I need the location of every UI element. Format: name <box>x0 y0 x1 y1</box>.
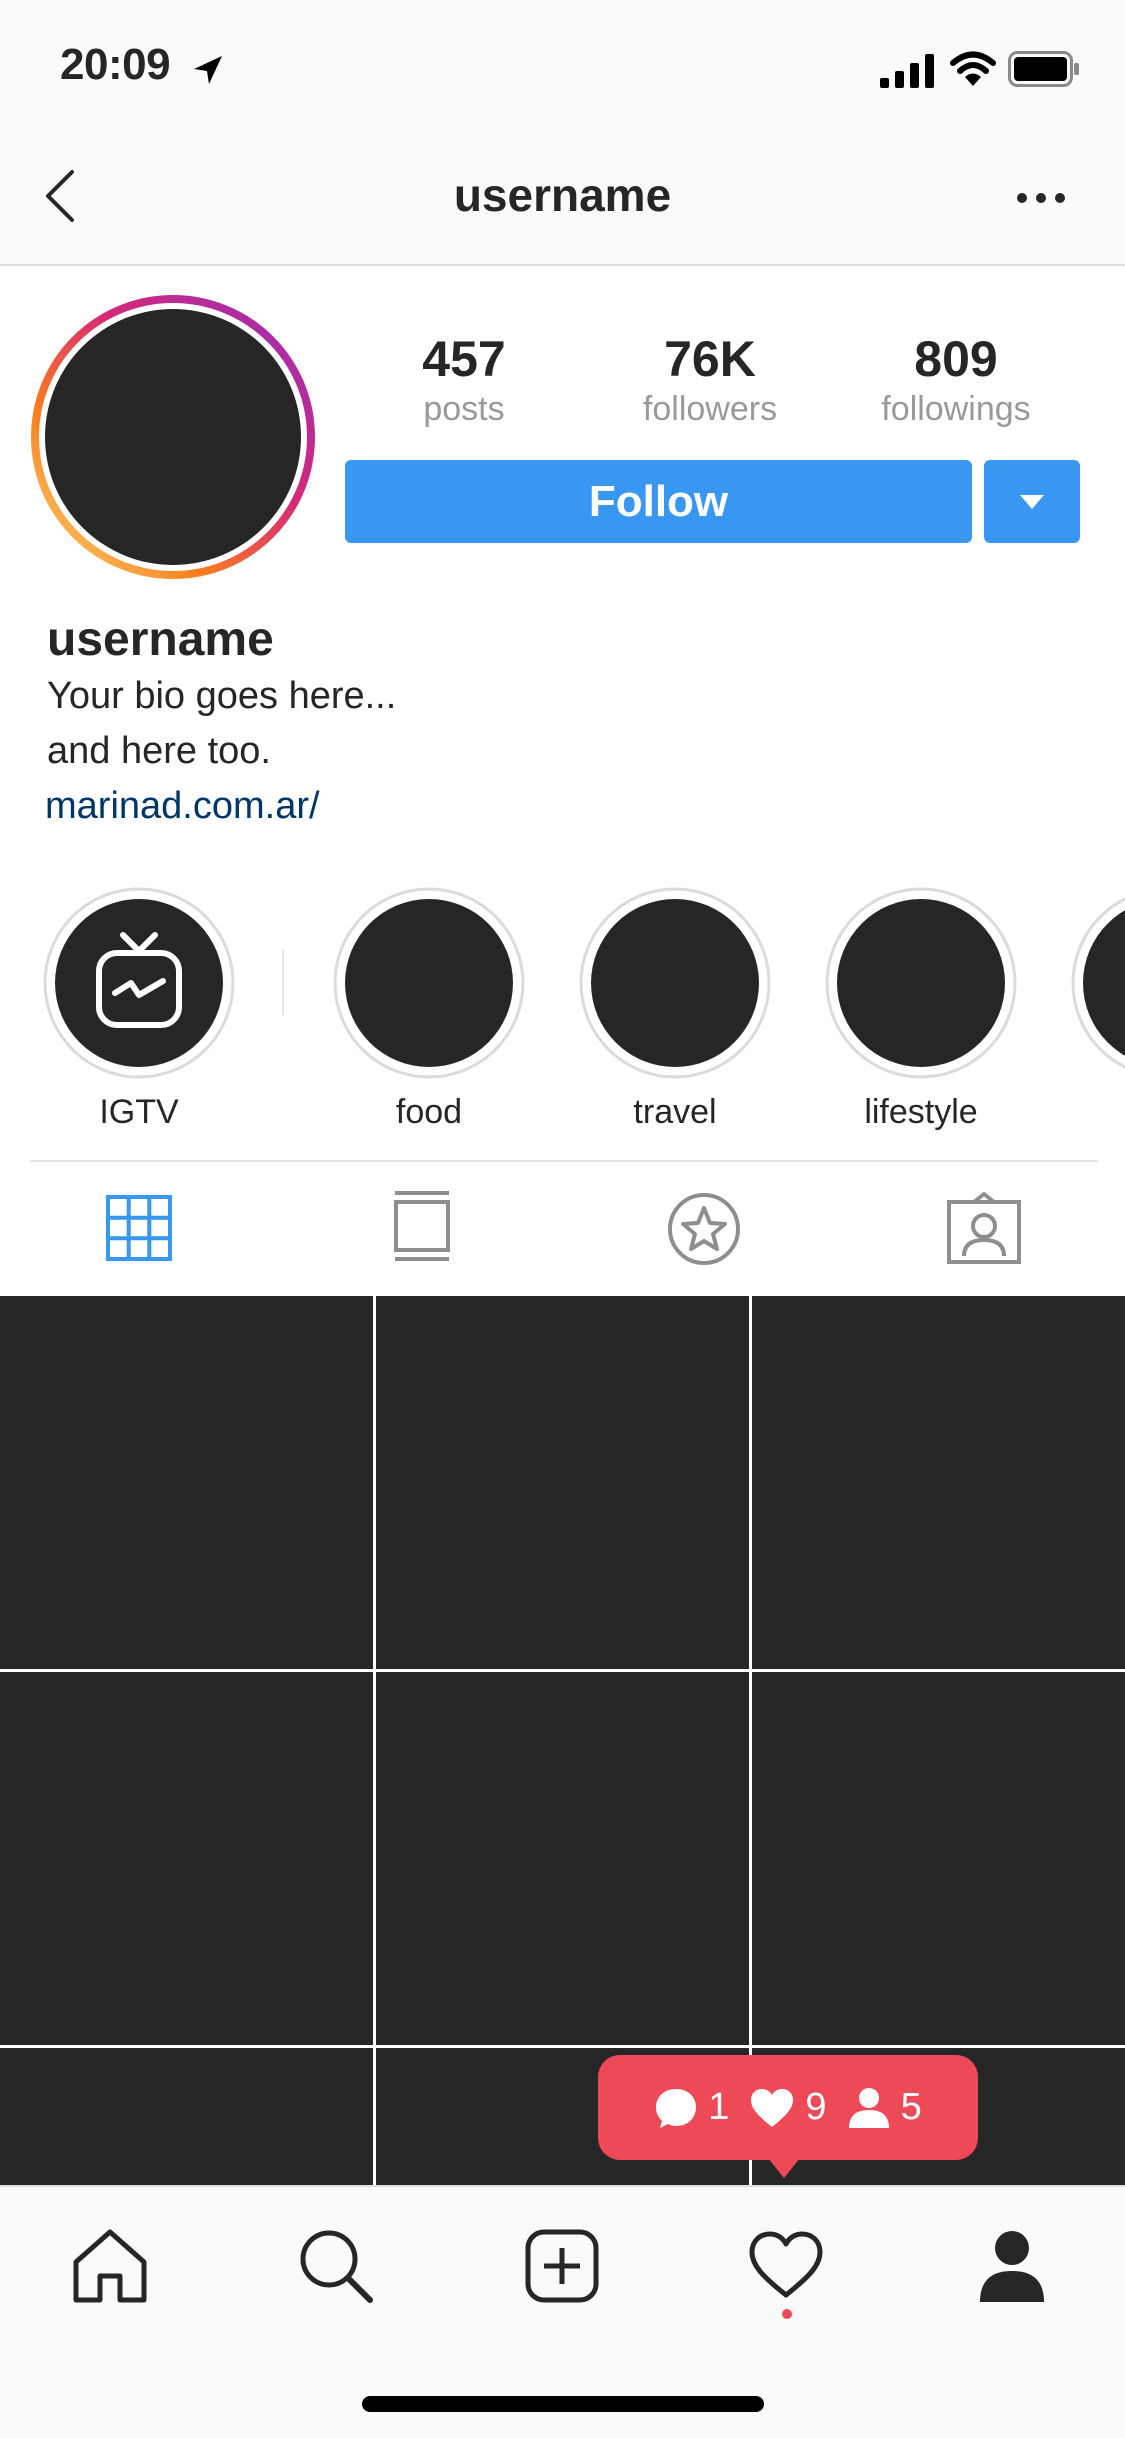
star-icon[interactable] <box>667 1192 741 1266</box>
highlights-separator <box>282 950 284 1015</box>
wifi-icon <box>950 51 996 86</box>
post-thumbnail[interactable] <box>0 2048 373 2188</box>
activity-dot <box>782 2309 792 2319</box>
battery-icon <box>1008 51 1079 87</box>
highlight-label-food: food <box>395 1093 463 1131</box>
add-post-icon[interactable] <box>524 2228 600 2304</box>
toast-pointer <box>768 2158 800 2178</box>
comments-count: 1 <box>708 2086 730 2128</box>
bio-line-2: and here too. <box>47 730 271 772</box>
posts-count[interactable]: 457 <box>344 330 584 388</box>
highlight-lifestyle[interactable] <box>823 885 1019 1081</box>
profile-name: username <box>47 613 274 666</box>
bio-line-1: Your bio goes here... <box>47 675 397 717</box>
tagged-icon[interactable] <box>946 1192 1022 1264</box>
more-options-icon[interactable] <box>1016 190 1066 206</box>
follows-count: 5 <box>900 2086 922 2128</box>
post-thumbnail[interactable] <box>752 1672 1125 2045</box>
search-icon[interactable] <box>298 2228 374 2304</box>
post-thumbnail[interactable] <box>0 1296 373 1669</box>
activity-heart-icon[interactable] <box>748 2230 824 2300</box>
avatar[interactable] <box>30 294 316 580</box>
suggestions-dropdown-button[interactable] <box>984 460 1080 543</box>
highlight-label-travel: travel <box>633 1093 717 1131</box>
posts-label: posts <box>423 390 505 428</box>
activity-notification[interactable]: 1 9 5 <box>598 2055 978 2160</box>
status-time: 20:09 <box>60 40 171 89</box>
follow-button[interactable]: Follow <box>345 460 972 543</box>
likes-notification: 9 <box>749 2086 827 2129</box>
profile-icon[interactable] <box>974 2228 1050 2304</box>
home-icon[interactable] <box>72 2228 148 2304</box>
post-thumbnail[interactable] <box>0 1672 373 2045</box>
follows-notification: 5 <box>847 2086 922 2129</box>
post-thumbnail[interactable] <box>752 1296 1125 1669</box>
comment-icon <box>656 2088 697 2128</box>
cellular-signal-icon <box>880 54 934 88</box>
followings-label: followings <box>881 390 1031 428</box>
highlight-label-lifestyle: lifestyle <box>864 1093 978 1131</box>
highlight-label-igtv: IGTV <box>99 1093 179 1131</box>
chevron-down-icon <box>1020 494 1044 509</box>
heart-icon <box>751 2088 794 2127</box>
home-indicator <box>362 2396 764 2412</box>
post-thumbnail[interactable] <box>376 1296 749 1669</box>
person-icon <box>848 2087 889 2128</box>
followers-count[interactable]: 76K <box>590 330 830 388</box>
highlight-igtv[interactable] <box>41 885 237 1081</box>
likes-count: 9 <box>805 2086 827 2128</box>
highlight-partial[interactable] <box>1069 885 1125 1081</box>
tabs-divider <box>30 1160 1098 1162</box>
bio-link[interactable]: marinad.com.ar/ <box>45 785 320 828</box>
highlight-travel[interactable] <box>577 885 773 1081</box>
followers-label: followers <box>642 390 778 428</box>
post-thumbnail[interactable] <box>376 1672 749 2045</box>
feed-icon[interactable] <box>393 1190 451 1262</box>
comments-notification: 1 <box>654 2086 729 2130</box>
highlight-food[interactable] <box>331 885 527 1081</box>
grid-icon[interactable] <box>106 1195 172 1261</box>
followings-count[interactable]: 809 <box>836 330 1076 388</box>
page-title: username <box>453 169 672 221</box>
location-arrow-icon <box>194 56 222 84</box>
